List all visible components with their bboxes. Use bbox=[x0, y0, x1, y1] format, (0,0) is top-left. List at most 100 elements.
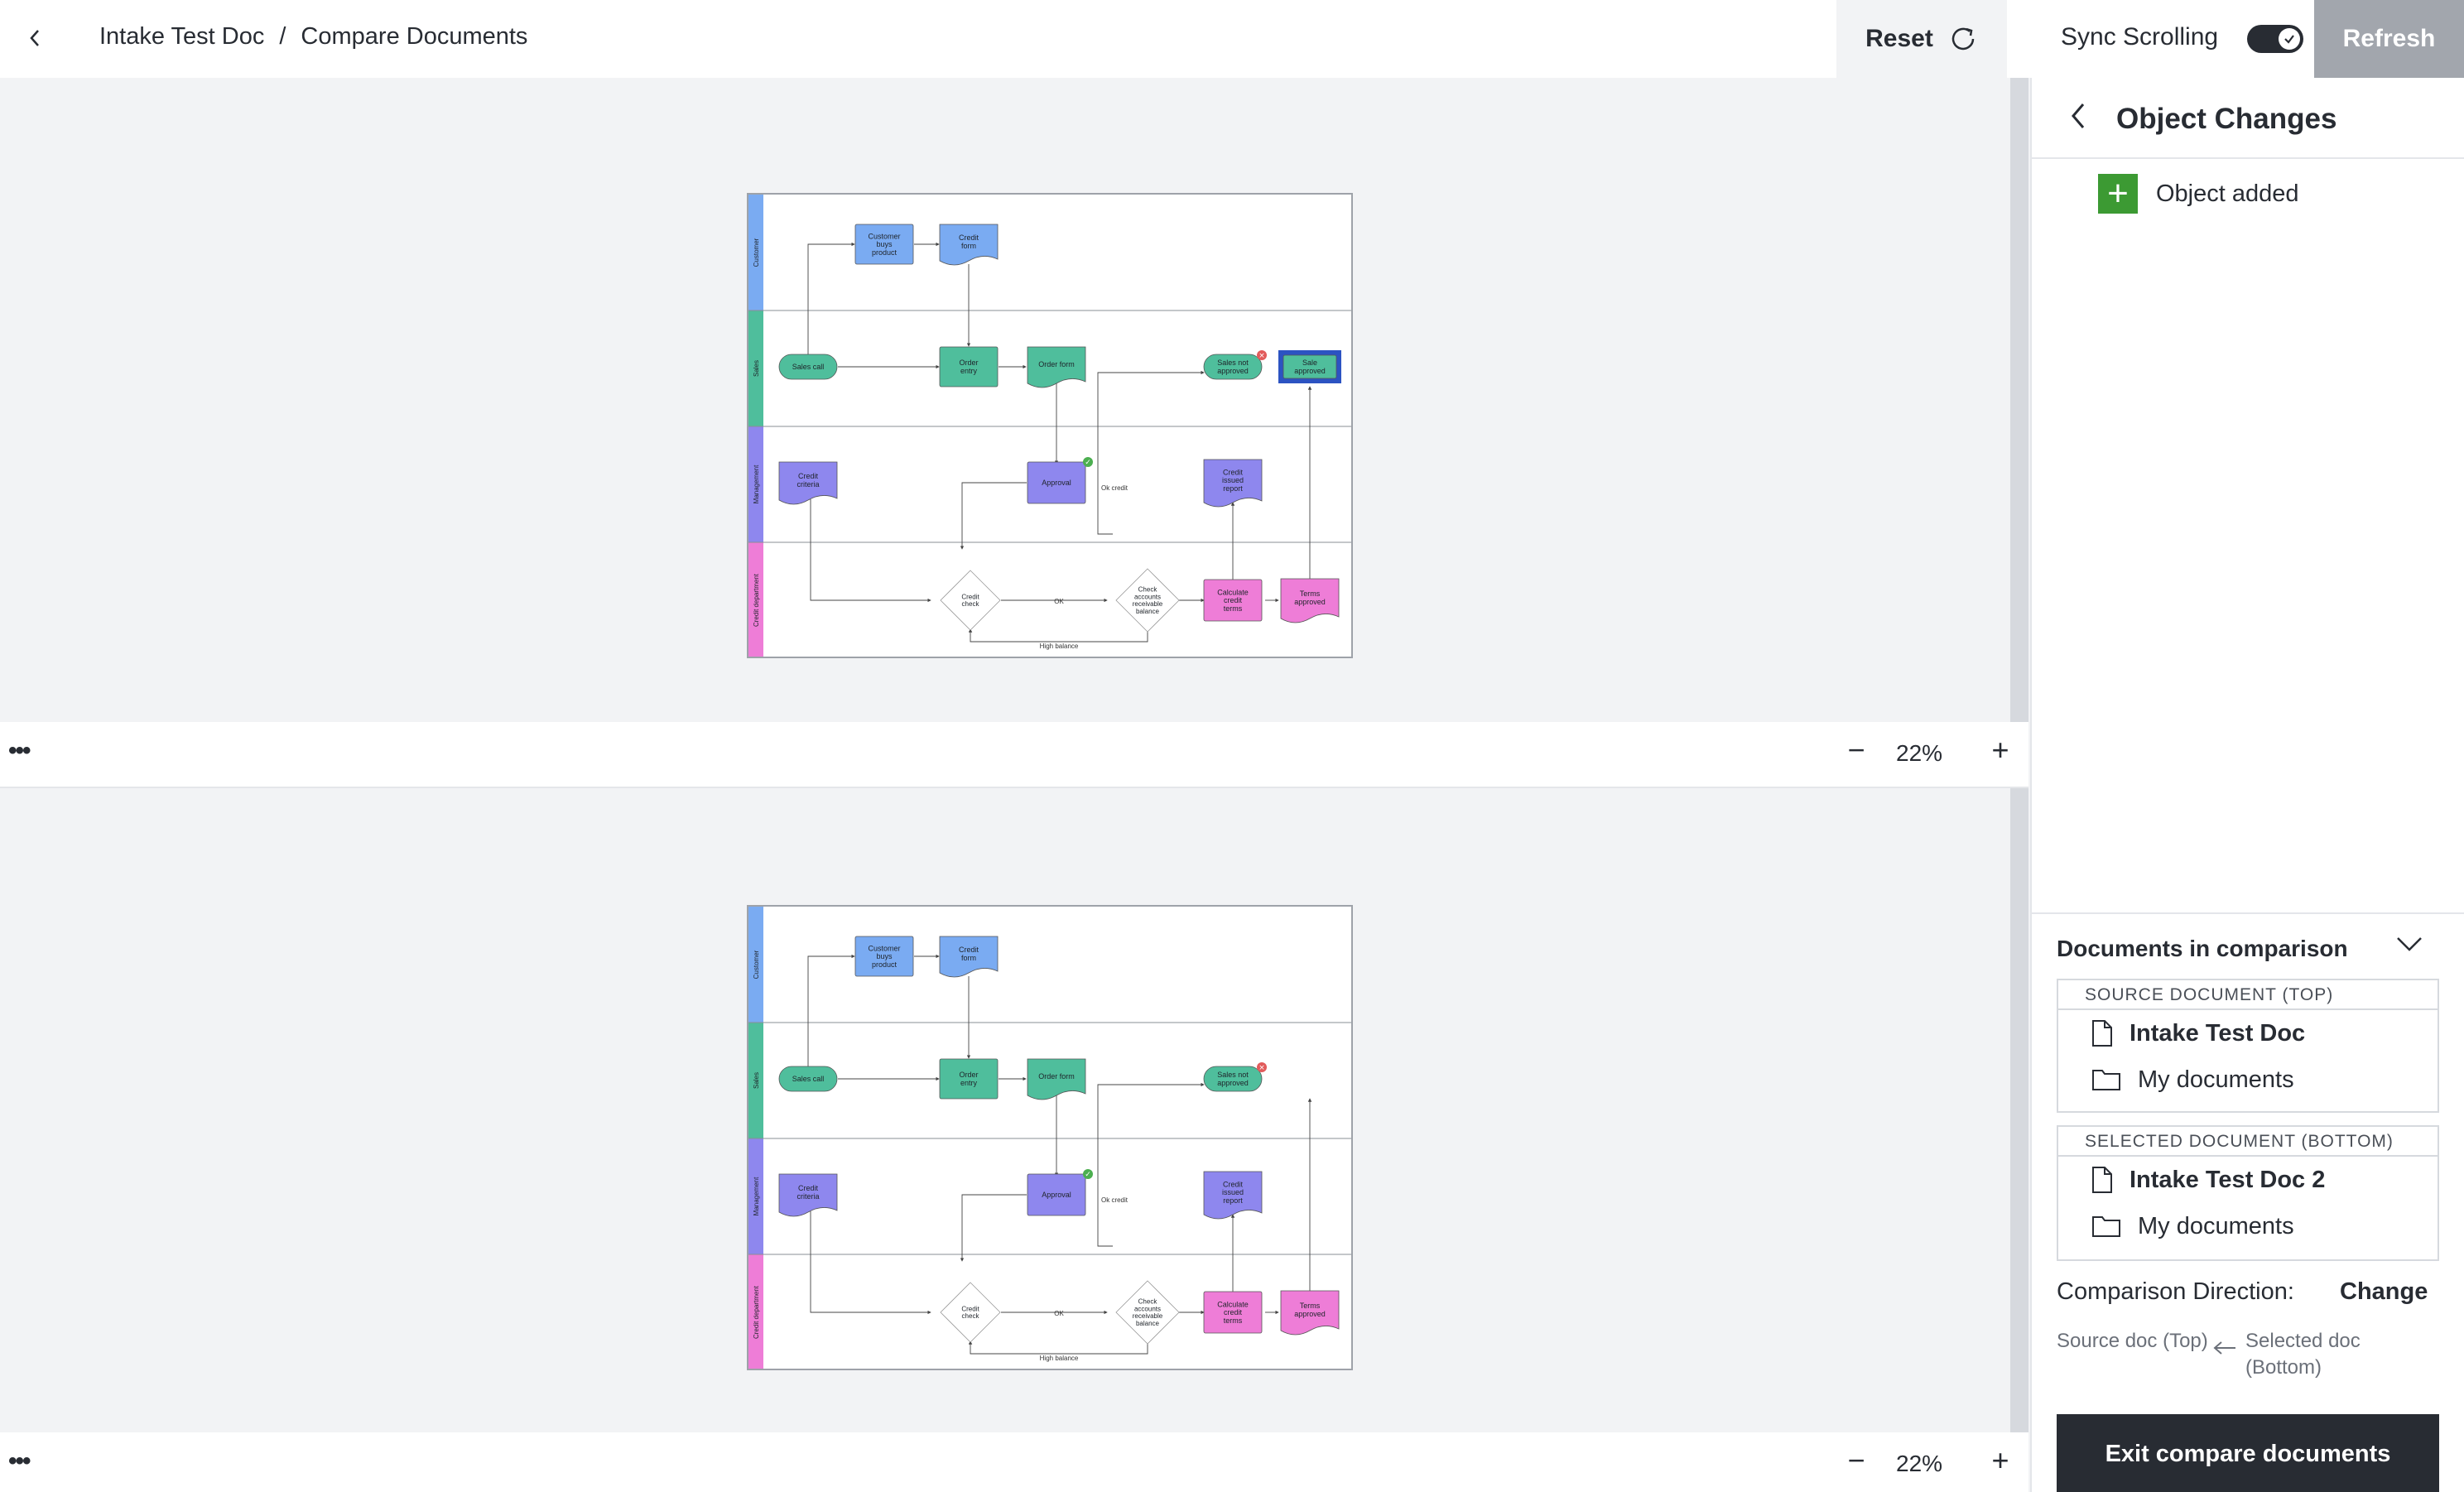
source-document-card: SOURCE DOCUMENT (TOP) Intake Test Doc My… bbox=[2057, 979, 2439, 1113]
lane-label: Credit department bbox=[753, 1285, 760, 1339]
bottom-zoom-bar: ••• − 22% + bbox=[0, 1432, 2028, 1492]
breadcrumb-current: Compare Documents bbox=[301, 23, 528, 50]
shape-credit-form-label: Credit form bbox=[959, 946, 979, 962]
shape-sales-not-approved-label: Sales not approved bbox=[1217, 1071, 1249, 1087]
selected-document-card: SELECTED DOCUMENT (BOTTOM) Intake Test D… bbox=[2057, 1125, 2439, 1261]
more-options-button[interactable]: ••• bbox=[8, 737, 31, 765]
comparison-direction-label: Comparison Direction: bbox=[2057, 1278, 2294, 1305]
shape-credit-criteria-label: Credit criteria bbox=[796, 472, 819, 489]
breadcrumb-doc[interactable]: Intake Test Doc bbox=[99, 23, 264, 51]
more-options-button[interactable]: ••• bbox=[8, 1447, 31, 1475]
bottom-scrollbar[interactable] bbox=[2010, 788, 2028, 1432]
exit-compare-button[interactable]: Exit compare documents bbox=[2057, 1414, 2439, 1492]
connector bbox=[807, 242, 855, 367]
documents-heading: Documents in comparison bbox=[2057, 936, 2348, 961]
change-label: Object added bbox=[2156, 180, 2299, 207]
swimlane-flowchart: Customer Sales Management Credit department… bbox=[748, 907, 1351, 1369]
plus-icon: + bbox=[2098, 174, 2138, 214]
shape-approval-label: Approval bbox=[1042, 479, 1071, 487]
check-badge-icon-glyph: ✓ bbox=[1085, 1171, 1091, 1179]
ok-credit-label: Ok credit bbox=[1101, 1196, 1129, 1204]
ok-credit-label: Ok credit bbox=[1101, 484, 1129, 492]
high-balance-label: High balance bbox=[1040, 643, 1079, 650]
shape-credit-issued-report-label: Credit issued report bbox=[1222, 1180, 1244, 1205]
source-document-name[interactable]: Intake Test Doc bbox=[2058, 1010, 2438, 1056]
breadcrumb: Intake Test Doc / Compare Documents bbox=[99, 23, 527, 51]
shape-order-entry-label: Order entry bbox=[959, 1071, 978, 1087]
selected-document-folder[interactable]: My documents bbox=[2058, 1203, 2438, 1249]
lane-label: Customer bbox=[753, 950, 760, 979]
change-direction-button[interactable]: Change bbox=[2340, 1278, 2428, 1306]
connector bbox=[810, 499, 931, 603]
chevron-left-icon bbox=[2072, 103, 2085, 128]
source-diagram[interactable]: Customer Sales Management Credit department… bbox=[747, 193, 1353, 658]
document-icon bbox=[2092, 1167, 2112, 1193]
connector bbox=[807, 954, 855, 1079]
lane-label: Management bbox=[753, 464, 760, 503]
selected-diagram[interactable]: Customer Sales Management Credit department… bbox=[747, 905, 1353, 1370]
ok-label: OK bbox=[1054, 598, 1064, 605]
source-folder-name: My documents bbox=[2138, 1066, 2294, 1093]
direction-source: Source doc (Top) bbox=[2057, 1330, 2208, 1352]
reset-label: Reset bbox=[1865, 25, 1933, 52]
lane-label: Sales bbox=[753, 360, 760, 377]
document-icon bbox=[2092, 1020, 2112, 1047]
direction-selected: Selected doc (Bottom) bbox=[2245, 1330, 2361, 1379]
documents-in-comparison: Documents in comparison SOURCE DOCUMENT … bbox=[2032, 912, 2464, 1492]
shape-credit-form-label: Credit form bbox=[959, 233, 979, 250]
shape-order-entry-label: Order entry bbox=[959, 359, 978, 375]
shape-order-form-label: Order form bbox=[1038, 1072, 1075, 1080]
connector bbox=[968, 1340, 1148, 1355]
connector bbox=[960, 1194, 1027, 1262]
selected-folder-name: My documents bbox=[2138, 1212, 2294, 1239]
folder-icon bbox=[2092, 1216, 2120, 1237]
chevron-down-icon bbox=[2397, 937, 2422, 951]
check-badge-icon-glyph: ✓ bbox=[1085, 459, 1091, 467]
connector bbox=[1097, 1082, 1205, 1247]
panel-title: Object Changes bbox=[2116, 103, 2337, 135]
shape-credit-check-label: Credit check bbox=[961, 1305, 979, 1320]
zoom-in-button[interactable]: + bbox=[1984, 733, 2017, 767]
shape-credit-check-label: Credit check bbox=[961, 593, 979, 608]
top-zoom-bar: ••• − 22% + bbox=[0, 722, 2028, 788]
shape-sales-call-label: Sales call bbox=[792, 363, 825, 371]
back-button[interactable] bbox=[18, 18, 51, 58]
check-icon bbox=[2284, 35, 2294, 44]
lane-label: Customer bbox=[753, 238, 760, 267]
refresh-icon bbox=[1951, 27, 1975, 51]
sync-scrolling-label: Sync Scrolling bbox=[2061, 23, 2219, 51]
zoom-in-button[interactable]: + bbox=[1984, 1443, 2017, 1477]
selected-document-title: Intake Test Doc 2 bbox=[2130, 1166, 2326, 1193]
panel-header: Object Changes bbox=[2032, 78, 2464, 159]
connector bbox=[1097, 370, 1205, 535]
reset-button[interactable]: Reset bbox=[1836, 0, 2007, 78]
collapse-button[interactable] bbox=[2394, 934, 2424, 958]
selected-document-name[interactable]: Intake Test Doc 2 bbox=[2058, 1157, 2438, 1203]
shape-sales-not-approved-label: Sales not approved bbox=[1217, 359, 1249, 375]
shape-approval-label: Approval bbox=[1042, 1191, 1071, 1199]
refresh-button[interactable]: Refresh bbox=[2314, 0, 2464, 78]
change-item[interactable]: + Object added bbox=[2098, 174, 2299, 214]
source-document-folder[interactable]: My documents bbox=[2058, 1056, 2438, 1103]
connector bbox=[968, 628, 1148, 643]
chevron-left-icon bbox=[30, 30, 39, 46]
error-badge-icon-glyph: × bbox=[1258, 352, 1265, 360]
selected-document-label: SELECTED DOCUMENT (BOTTOM) bbox=[2058, 1127, 2438, 1157]
toggle-knob bbox=[2279, 28, 2300, 50]
source-document-label: SOURCE DOCUMENT (TOP) bbox=[2058, 980, 2438, 1010]
top-scrollbar[interactable] bbox=[2010, 78, 2028, 722]
swimlane-flowchart: Customer Sales Management Credit department… bbox=[748, 195, 1351, 657]
connector bbox=[960, 482, 1027, 550]
zoom-level: 22% bbox=[1896, 740, 1943, 766]
shape-sales-call-label: Sales call bbox=[792, 1075, 825, 1083]
shape-order-form-label: Order form bbox=[1038, 360, 1075, 368]
panel-back-button[interactable] bbox=[2070, 101, 2086, 135]
connector bbox=[810, 1211, 931, 1315]
zoom-out-button[interactable]: − bbox=[1840, 1443, 1873, 1477]
lane-label: Sales bbox=[753, 1072, 760, 1089]
zoom-out-button[interactable]: − bbox=[1840, 733, 1873, 767]
lane-label: Credit department bbox=[753, 573, 760, 627]
arrow-left-icon bbox=[2212, 1340, 2237, 1360]
sync-scrolling-toggle[interactable] bbox=[2247, 25, 2303, 53]
error-badge-icon-glyph: × bbox=[1258, 1064, 1265, 1072]
